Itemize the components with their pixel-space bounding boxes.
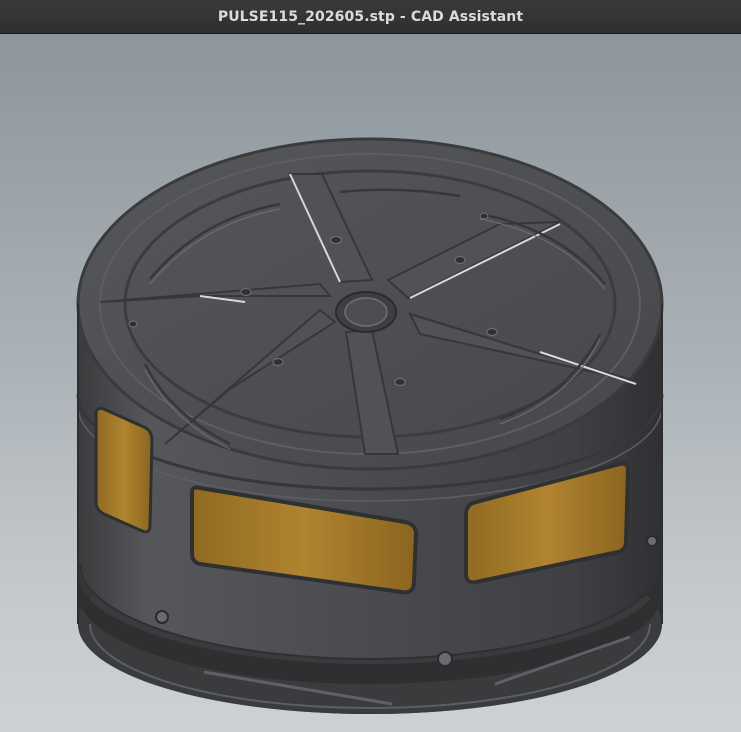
- cad-assistant-window: PULSE115_202605.stp - CAD Assistant: [0, 0, 741, 732]
- window-title: PULSE115_202605.stp - CAD Assistant: [217, 8, 524, 25]
- motor-model-render[interactable]: [0, 34, 741, 732]
- motor-top-face: [76, 137, 664, 471]
- title-bar[interactable]: PULSE115_202605.stp - CAD Assistant: [0, 0, 741, 34]
- 3d-viewport[interactable]: [0, 34, 741, 732]
